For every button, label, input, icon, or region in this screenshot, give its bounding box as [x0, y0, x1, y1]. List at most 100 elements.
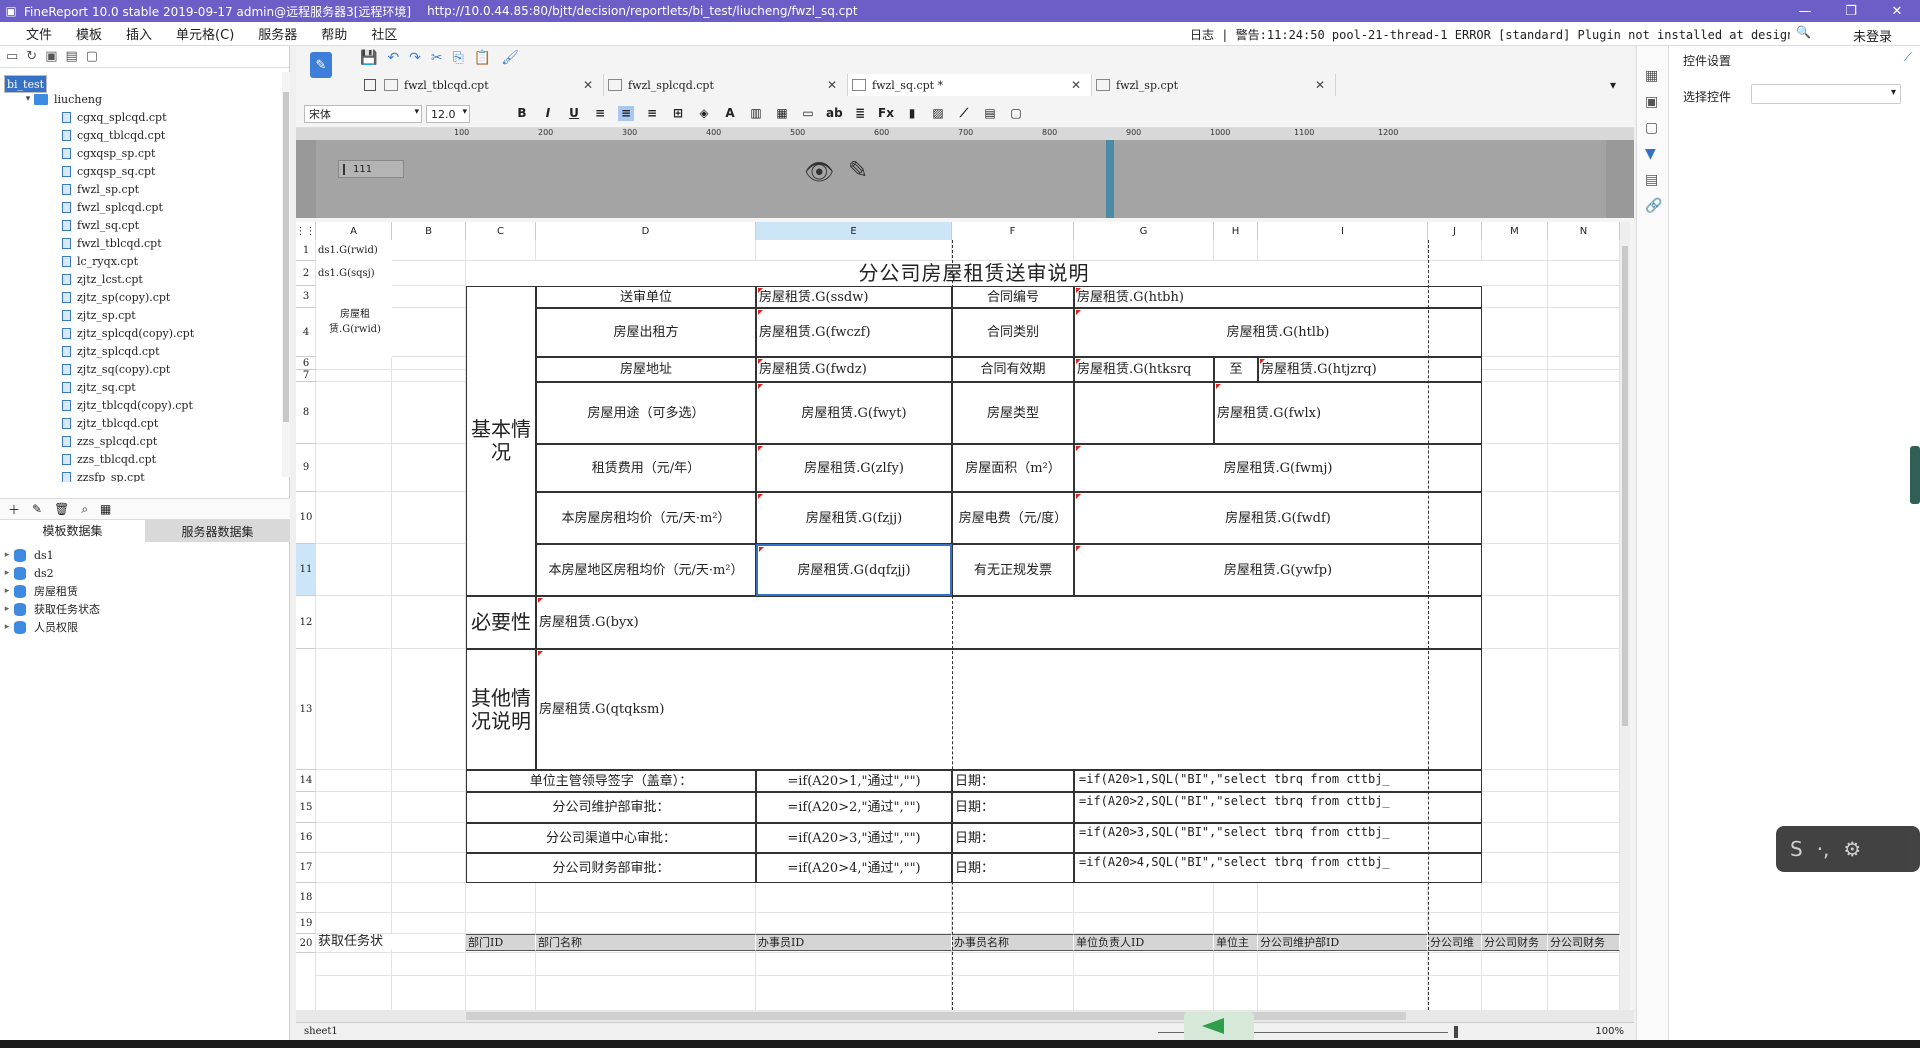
header-cell[interactable]: 部门ID	[466, 934, 536, 951]
column-header[interactable]: C	[466, 222, 536, 240]
row-header[interactable]: 9	[296, 444, 316, 492]
row-header[interactable]: 7	[296, 370, 316, 382]
close-button[interactable]: ✕	[1874, 0, 1920, 22]
expand-icon[interactable]: ▸	[0, 568, 14, 578]
condition-icon[interactable]: ▢	[1645, 120, 1658, 136]
lock-icon[interactable]: ▣	[45, 49, 57, 64]
dataset-item[interactable]: ▸ 房屋租赁	[0, 582, 290, 600]
close-tab-icon[interactable]: ✕	[827, 78, 837, 92]
header-cell[interactable]: 办事员名称	[952, 934, 1074, 951]
menu-insert[interactable]: 插入	[114, 24, 164, 43]
label-invoice[interactable]: 有无正规发票	[952, 544, 1074, 596]
label-electricity[interactable]: 房屋电费（元/度）	[952, 492, 1074, 544]
menu-help[interactable]: 帮助	[309, 24, 359, 43]
approval-formula[interactable]: =if(A20>1,"通过","")	[756, 770, 952, 792]
cell-attr-icon[interactable]: ▦	[1645, 68, 1658, 84]
column-header[interactable]: I	[1258, 222, 1428, 240]
tree-scrollbar[interactable]	[282, 72, 290, 477]
editor-tab[interactable]: fwzl_sp.cpt ✕	[1092, 74, 1336, 96]
value-contract-type[interactable]: 房屋租赁.G(htlb)	[1074, 308, 1482, 357]
tree-file[interactable]: zjtz_splcqd.cpt	[0, 342, 282, 360]
column-header[interactable]: M	[1482, 222, 1548, 240]
tree-file[interactable]: zjtz_splcqd(copy).cpt	[0, 324, 282, 342]
refresh-icon[interactable]: ↻	[26, 49, 37, 64]
value-start-date[interactable]: 房屋租赁.G(htksrq	[1074, 357, 1214, 382]
link-icon[interactable]: 🔗	[1645, 198, 1662, 214]
row-header[interactable]: 2	[296, 261, 316, 286]
approval-formula[interactable]: =if(A20>3,"通过","")	[756, 823, 952, 853]
label-date[interactable]: 日期：	[952, 792, 1074, 823]
login-status[interactable]: 未登录	[1853, 26, 1892, 45]
font-select[interactable]: 宋体 ▾	[304, 105, 422, 123]
slash-icon[interactable]: ⟋	[956, 106, 972, 121]
header-cell[interactable]: 办事员ID	[756, 934, 952, 951]
floating-input-widget[interactable]: S ·, ⚙	[1776, 826, 1920, 872]
cell-a3[interactable]: 房屋租赁.G(rwid)	[316, 286, 392, 357]
richtext-icon[interactable]: ≣	[852, 106, 868, 121]
tree-root[interactable]: ▾bi_test	[0, 72, 282, 93]
value-invoice[interactable]: 房屋租赁.G(ywfp)	[1074, 544, 1482, 596]
tree-file[interactable]: zjtz_tblcqd.cpt	[0, 414, 282, 432]
font-color-icon[interactable]: A	[722, 106, 738, 121]
ime-icon[interactable]: ·,	[1817, 837, 1830, 861]
zoom-slider-knob[interactable]	[1454, 1026, 1458, 1038]
italic-button[interactable]: I	[540, 106, 556, 121]
formula-icon[interactable]: Fx	[878, 106, 894, 121]
dataset-item[interactable]: ▸ 获取任务状态	[0, 600, 290, 618]
row-header[interactable]: 8	[296, 382, 316, 444]
tree-file[interactable]: fwzl_sp.cpt	[0, 180, 282, 198]
row-header[interactable]: 1	[296, 240, 316, 261]
value-lessor[interactable]: 房屋租赁.G(fwczf)	[756, 308, 952, 357]
row-header[interactable]: 16	[296, 823, 316, 853]
menu-cell[interactable]: 单元格(C)	[164, 24, 246, 43]
expand-icon[interactable]: ▸	[0, 586, 14, 596]
menu-template[interactable]: 模板	[64, 24, 114, 43]
cell-basic-info[interactable]: 基本情况	[466, 286, 536, 596]
header-cell[interactable]: 分公司财务	[1482, 934, 1548, 951]
row-header[interactable]: 12	[296, 596, 316, 649]
tree-file[interactable]: zzs_splcqd.cpt	[0, 432, 282, 450]
row-header[interactable]: 14	[296, 770, 316, 792]
column-header[interactable]: F	[952, 222, 1074, 240]
label-to[interactable]: 至	[1214, 357, 1258, 382]
delete-icon[interactable]: ▤	[66, 49, 78, 64]
label-avg-rent[interactable]: 本房屋房租均价（元/天·m²）	[536, 492, 756, 544]
template-button[interactable]: ✎	[310, 52, 332, 78]
widget-type-select[interactable]: ▾	[1751, 84, 1901, 104]
tree-file[interactable]: zjtz_tblcqd(copy).cpt	[0, 396, 282, 414]
label-date[interactable]: 日期：	[952, 853, 1074, 883]
parameter-widget[interactable]: 111	[338, 160, 404, 178]
value-area-avg-rent[interactable]: 房屋租赁.G(dqfzjj)	[756, 544, 952, 596]
label-area[interactable]: 房屋面积（m²）	[952, 444, 1074, 492]
label-address[interactable]: 房屋地址	[536, 357, 756, 382]
select-all-corner[interactable]: ⋮⋮	[296, 222, 316, 240]
label-date[interactable]: 日期：	[952, 770, 1074, 792]
align-right-icon[interactable]: ≡	[644, 106, 660, 121]
label-date[interactable]: 日期：	[952, 823, 1074, 853]
row-header[interactable]: 13	[296, 649, 316, 770]
label-rent[interactable]: 租赁费用（元/年）	[536, 444, 756, 492]
tree-file[interactable]: cgxqsp_sp.cpt	[0, 144, 282, 162]
horizontal-scrollbar[interactable]	[296, 1010, 1634, 1022]
cell-element-icon[interactable]: ▣	[1645, 94, 1658, 110]
pin-icon[interactable]: ⟋	[1904, 50, 1912, 65]
insert-row-icon[interactable]: ▭	[800, 106, 816, 121]
row-header[interactable]: 20	[296, 934, 316, 953]
undo-icon[interactable]: ↶	[387, 50, 399, 66]
hyperlink-icon[interactable]: ▤	[1645, 172, 1658, 188]
value-house-type[interactable]: 房屋租赁.G(fwlx)	[1214, 382, 1482, 444]
approval-formula[interactable]: =if(A20>4,"通过","")	[756, 853, 952, 883]
side-grip[interactable]	[1910, 446, 1920, 504]
cut-icon[interactable]: ✂	[431, 50, 443, 66]
tree-file[interactable]: zjtz_sp(copy).cpt	[0, 288, 282, 306]
label-approval[interactable]: 分公司财务部审批：	[466, 853, 756, 883]
table-icon[interactable]: ▦	[100, 502, 111, 516]
vertical-scrollbar[interactable]	[1620, 222, 1630, 1010]
value-avg-rent[interactable]: 房屋租赁.G(fzjj)	[756, 492, 952, 544]
label-contract-type[interactable]: 合同类别	[952, 308, 1074, 357]
maximize-button[interactable]: ❐	[1828, 0, 1874, 22]
column-header[interactable]: D	[536, 222, 756, 240]
date-formula[interactable]: =if(A20>2,SQL("BI","select tbrq from ctt…	[1074, 792, 1482, 823]
tree-file[interactable]: zjtz_sq.cpt	[0, 378, 282, 396]
value-other[interactable]: 房屋租赁.G(qtqksm)	[536, 649, 1482, 770]
